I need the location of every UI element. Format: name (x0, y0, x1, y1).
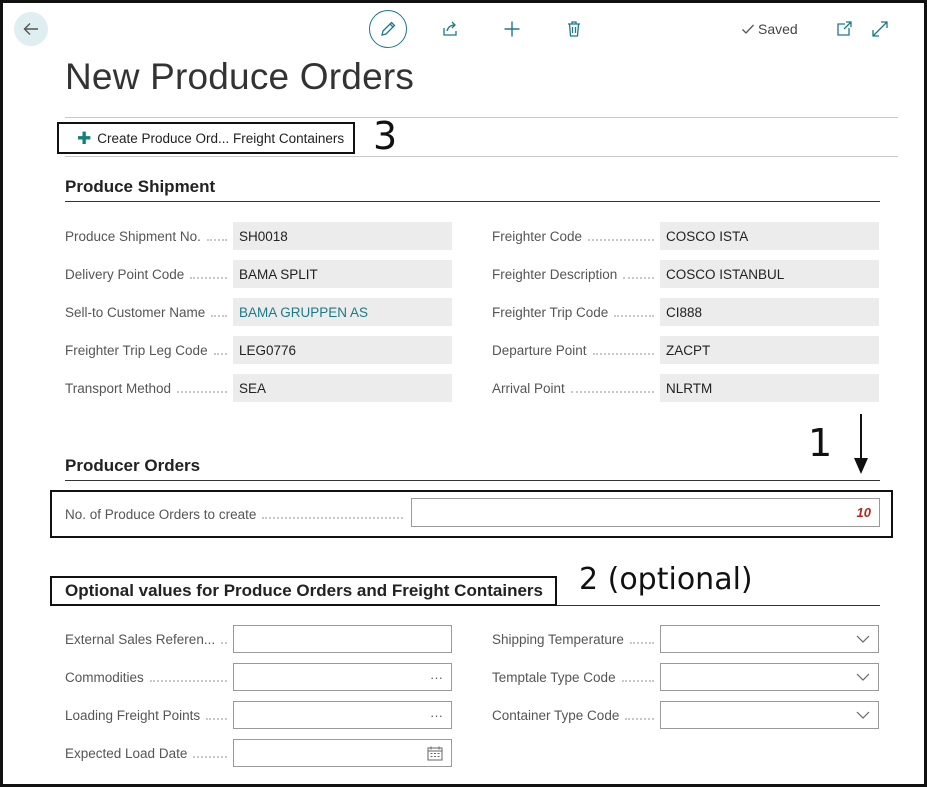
freighter-code-value: COSCO ISTA (660, 222, 879, 250)
delivery-point-code-label: Delivery Point Code (65, 267, 233, 282)
freighter-description-label: Freighter Description (492, 267, 660, 282)
freighter-description-value: COSCO ISTANBUL (660, 260, 879, 288)
action-bar-bottom-divider (65, 156, 898, 157)
optional-section-title: Optional values for Produce Orders and F… (65, 581, 543, 600)
edit-button[interactable] (369, 10, 407, 48)
produce-shipment-title: Produce Shipment (65, 177, 216, 196)
chevron-down-icon (856, 635, 870, 643)
commodities-label: Commodities (65, 670, 233, 685)
action-bar-top-divider (65, 117, 898, 118)
arrow-left-icon (23, 23, 38, 35)
expand-button[interactable] (869, 18, 891, 40)
container-type-code-label: Container Type Code (492, 708, 660, 723)
callout-3: 3 (373, 114, 398, 158)
create-produce-orders-action[interactable]: ✚ Create Produce Ord... Freight Containe… (57, 122, 355, 154)
open-new-window-button[interactable] (833, 18, 855, 40)
loading-freight-points-input[interactable]: ··· (233, 701, 452, 729)
down-arrow-icon (854, 414, 868, 474)
arrival-point-label: Arrival Point (492, 381, 660, 396)
arrival-point-value: NLRTM (660, 374, 879, 402)
chevron-down-icon (856, 673, 870, 681)
pencil-icon (381, 21, 396, 36)
page-title: New Produce Orders (65, 56, 415, 97)
trash-icon (568, 21, 580, 37)
lookup-ellipsis-icon[interactable]: ··· (430, 670, 443, 685)
delivery-point-code-value: BAMA SPLIT (233, 260, 452, 288)
lookup-ellipsis-icon[interactable]: ··· (430, 708, 443, 723)
freighter-trip-code-value: CI888 (660, 298, 879, 326)
external-sales-reference-input[interactable] (233, 625, 452, 653)
commodities-input[interactable]: ··· (233, 663, 452, 691)
freighter-trip-leg-code-label: Freighter Trip Leg Code (65, 343, 233, 358)
freighter-code-label: Freighter Code (492, 229, 660, 244)
checkmark-icon (742, 24, 754, 34)
loading-freight-points-label: Loading Freight Points (65, 708, 233, 723)
calendar-icon[interactable] (427, 746, 443, 761)
callout-2: 2 (optional) (579, 562, 753, 597)
back-button[interactable] (14, 12, 48, 46)
temptale-type-code-label: Temptale Type Code (492, 670, 660, 685)
expected-load-date-input[interactable] (233, 739, 452, 767)
saved-status: Saved (741, 21, 798, 37)
container-type-code-select[interactable] (660, 701, 879, 729)
create-action-label: Create Produce Ord... Freight Containers (97, 130, 345, 146)
produce-shipment-no-label: Produce Shipment No. (65, 229, 233, 244)
produce-shipment-no-value: SH0018 (233, 222, 452, 250)
departure-point-label: Departure Point (492, 343, 660, 358)
temptale-type-code-select[interactable] (660, 663, 879, 691)
new-button[interactable] (501, 18, 523, 40)
departure-point-value: ZACPT (660, 336, 879, 364)
callout-1: 1 (808, 421, 833, 465)
produce-shipment-underline (65, 201, 880, 202)
plus-icon (504, 21, 520, 37)
sell-to-customer-name-link[interactable]: BAMA GRUPPEN AS (233, 298, 452, 326)
chevron-down-icon (856, 711, 870, 719)
sell-to-customer-name-label: Sell-to Customer Name (65, 305, 233, 320)
produce-orders-count-label: No. of Produce Orders to create (65, 507, 409, 522)
optional-underline (557, 605, 880, 606)
freighter-trip-code-label: Freighter Trip Code (492, 305, 660, 320)
share-button[interactable] (439, 18, 461, 40)
produce-orders-count-input[interactable]: 10 (411, 498, 880, 527)
plus-icon: ✚ (77, 128, 92, 148)
expected-load-date-label: Expected Load Date (65, 746, 233, 761)
optional-section-highlight: Optional values for Produce Orders and F… (50, 576, 557, 606)
open-in-new-window-icon (837, 21, 852, 36)
producer-orders-title: Producer Orders (65, 456, 201, 475)
saved-label: Saved (758, 21, 798, 37)
external-sales-reference-label: External Sales Referen... (65, 632, 233, 647)
freighter-trip-leg-code-value: LEG0776 (233, 336, 452, 364)
shipping-temperature-label: Shipping Temperature (492, 632, 660, 647)
transport-method-value: SEA (233, 374, 452, 402)
shipping-temperature-select[interactable] (660, 625, 879, 653)
delete-button[interactable] (563, 18, 585, 40)
share-icon (443, 21, 457, 36)
expand-icon (872, 21, 888, 37)
producer-orders-underline (65, 480, 880, 481)
transport-method-label: Transport Method (65, 381, 233, 396)
